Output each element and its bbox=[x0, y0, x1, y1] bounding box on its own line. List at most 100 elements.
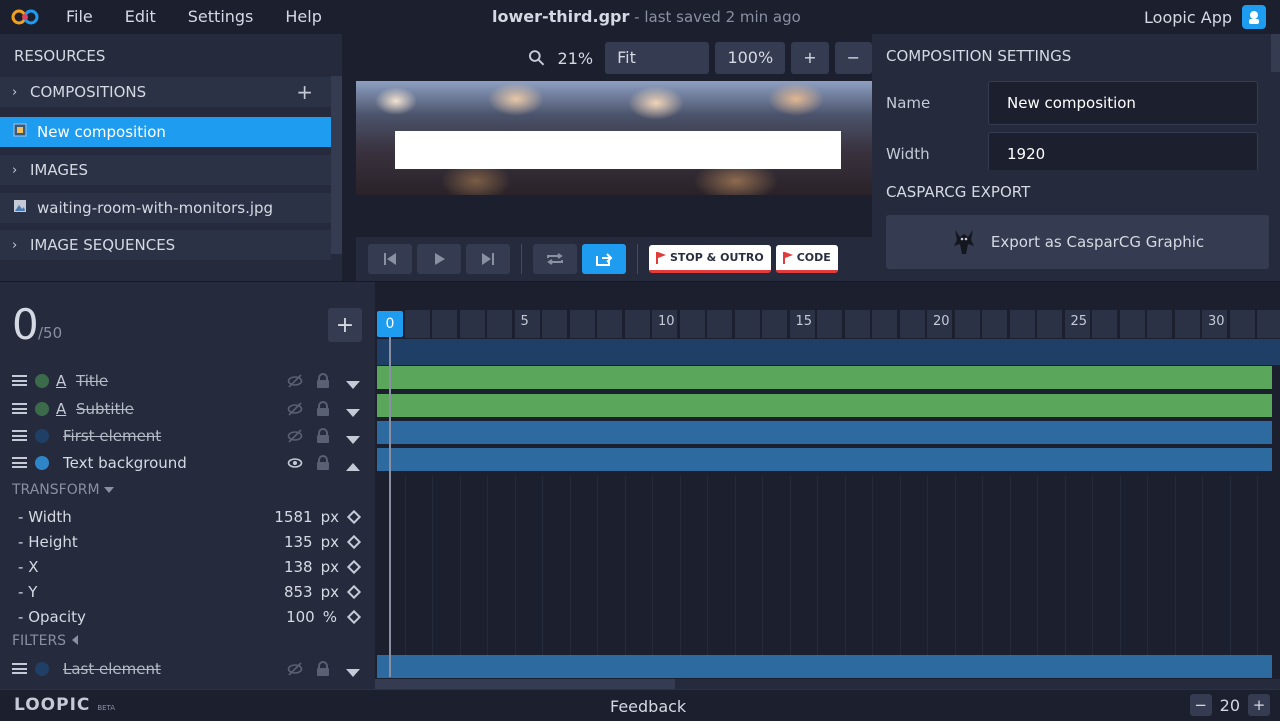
lock-icon[interactable] bbox=[316, 660, 330, 677]
property-number[interactable]: 138 bbox=[284, 558, 313, 576]
keyframe-diamond-icon[interactable] bbox=[346, 559, 362, 574]
go-to-end-button[interactable] bbox=[466, 244, 510, 274]
keyframe-diamond-icon[interactable] bbox=[346, 584, 362, 599]
eye-off-icon[interactable] bbox=[287, 401, 303, 417]
ruler-tick[interactable] bbox=[1229, 310, 1256, 338]
layer-name[interactable]: First element bbox=[63, 427, 161, 445]
property-number[interactable]: 1581 bbox=[274, 508, 312, 526]
ruler-tick[interactable] bbox=[1119, 310, 1146, 338]
caret-down-icon[interactable] bbox=[346, 664, 360, 677]
ruler-tick[interactable] bbox=[459, 310, 486, 338]
timeline-zoom-in-button[interactable]: + bbox=[1248, 694, 1270, 716]
layer-track-bar[interactable] bbox=[377, 448, 1272, 471]
ruler-tick[interactable] bbox=[624, 310, 651, 338]
eye-icon[interactable] bbox=[287, 455, 303, 471]
ruler-tick[interactable] bbox=[432, 310, 458, 338]
ruler-tick[interactable] bbox=[817, 310, 843, 338]
ruler-tick[interactable] bbox=[1092, 310, 1118, 338]
export-casparcg-button[interactable]: Export as CasparCG Graphic bbox=[886, 215, 1269, 269]
property-value[interactable]: 100% bbox=[286, 608, 337, 626]
caret-down-icon[interactable] bbox=[346, 404, 360, 417]
menu-edit[interactable]: Edit bbox=[109, 0, 172, 34]
user-avatar-icon[interactable] bbox=[1242, 5, 1266, 29]
text-background-shape[interactable] bbox=[395, 131, 841, 169]
ruler-tick[interactable] bbox=[569, 310, 596, 338]
keyframe-diamond-icon[interactable] bbox=[346, 534, 362, 549]
play-button[interactable] bbox=[417, 244, 461, 274]
transform-section[interactable]: TRANSFORM bbox=[12, 482, 114, 498]
lock-icon[interactable] bbox=[316, 400, 330, 417]
layer-track-bar[interactable] bbox=[377, 394, 1272, 417]
timeline-zoom-out-button[interactable]: − bbox=[1189, 694, 1212, 716]
actual-size-button[interactable]: 100% bbox=[715, 42, 786, 74]
name-input[interactable]: New composition bbox=[988, 81, 1258, 125]
loop-button[interactable] bbox=[533, 244, 577, 274]
resource-section[interactable]: › COMPOSITIONS + bbox=[0, 77, 331, 107]
resource-section[interactable]: › IMAGE SEQUENCES bbox=[0, 230, 331, 260]
layer-name[interactable]: Last element bbox=[63, 660, 161, 678]
property-number[interactable]: 100 bbox=[286, 608, 315, 626]
add-composition-button[interactable]: + bbox=[296, 80, 313, 104]
layer-name[interactable]: Text background bbox=[63, 454, 187, 472]
ruler-tick[interactable] bbox=[1257, 310, 1280, 338]
resource-item[interactable]: waiting-room-with-monitors.jpg bbox=[0, 193, 331, 223]
playhead-line[interactable] bbox=[389, 337, 391, 677]
property-value[interactable]: 138 px bbox=[284, 558, 339, 576]
layer-track-bar[interactable] bbox=[377, 366, 1272, 389]
layer-row[interactable]: First element bbox=[0, 422, 375, 449]
eye-off-icon[interactable] bbox=[287, 428, 303, 444]
layer-row[interactable]: Text background bbox=[0, 449, 375, 476]
ruler-tick[interactable] bbox=[1174, 310, 1201, 338]
go-to-start-button[interactable] bbox=[368, 244, 412, 274]
preview-mode-button[interactable] bbox=[582, 244, 626, 274]
menu-help[interactable]: Help bbox=[269, 0, 337, 34]
keyframe-diamond-icon[interactable] bbox=[346, 609, 362, 624]
settings-scrollbar[interactable] bbox=[1271, 34, 1280, 72]
layer-name[interactable]: Subtitle bbox=[76, 400, 134, 418]
menu-settings[interactable]: Settings bbox=[172, 0, 270, 34]
caret-down-icon[interactable] bbox=[346, 431, 360, 444]
resource-section[interactable]: › IMAGES bbox=[0, 155, 331, 185]
layer-track-bar[interactable] bbox=[377, 421, 1272, 444]
ruler-tick[interactable] bbox=[872, 310, 898, 338]
stop-outro-button[interactable]: STOP & OUTRO bbox=[649, 245, 771, 273]
ruler-tick[interactable] bbox=[899, 310, 926, 338]
ruler-tick[interactable] bbox=[1037, 310, 1063, 338]
property-value[interactable]: 853 px bbox=[284, 583, 339, 601]
lock-icon[interactable] bbox=[316, 454, 330, 471]
ruler-tick[interactable] bbox=[679, 310, 706, 338]
keyframe-diamond-icon[interactable] bbox=[346, 509, 362, 524]
add-layer-button[interactable]: + bbox=[328, 308, 362, 342]
playhead-marker[interactable]: 0 bbox=[377, 311, 403, 337]
drag-handle-icon[interactable] bbox=[12, 375, 27, 386]
lock-icon[interactable] bbox=[316, 372, 330, 389]
eye-off-icon[interactable] bbox=[287, 373, 303, 389]
composition-track-bar[interactable] bbox=[377, 339, 1280, 365]
property-value[interactable]: 135 px bbox=[284, 533, 339, 551]
ruler-tick[interactable] bbox=[1147, 310, 1173, 338]
ruler-tick[interactable] bbox=[734, 310, 761, 338]
ruler-tick[interactable] bbox=[487, 310, 513, 338]
caret-down-icon[interactable] bbox=[346, 376, 360, 389]
property-value[interactable]: 1581 px bbox=[274, 508, 339, 526]
ruler-tick[interactable] bbox=[542, 310, 568, 338]
timeline-scrollbar[interactable] bbox=[375, 679, 1280, 689]
property-number[interactable]: 135 bbox=[284, 533, 313, 551]
zoom-out-button[interactable]: − bbox=[834, 42, 872, 74]
ruler-tick[interactable] bbox=[597, 310, 623, 338]
ruler-tick[interactable] bbox=[982, 310, 1008, 338]
zoom-in-button[interactable]: + bbox=[791, 42, 829, 74]
lock-icon[interactable] bbox=[316, 427, 330, 444]
filters-section[interactable]: FILTERS bbox=[12, 633, 79, 649]
layer-track-bar[interactable] bbox=[377, 655, 1272, 678]
layer-name[interactable]: Title bbox=[76, 372, 108, 390]
canvas-preview[interactable] bbox=[356, 81, 872, 195]
resource-item[interactable]: New composition bbox=[0, 117, 331, 147]
drag-handle-icon[interactable] bbox=[12, 663, 27, 674]
caret-up-icon[interactable] bbox=[346, 458, 360, 471]
timeline-scrollbar-thumb[interactable] bbox=[375, 679, 675, 689]
eye-off-icon[interactable] bbox=[287, 661, 303, 677]
menu-file[interactable]: File bbox=[50, 0, 109, 34]
fit-canvas-button[interactable]: Fit Canvas bbox=[605, 42, 710, 99]
ruler-tick[interactable] bbox=[844, 310, 871, 338]
